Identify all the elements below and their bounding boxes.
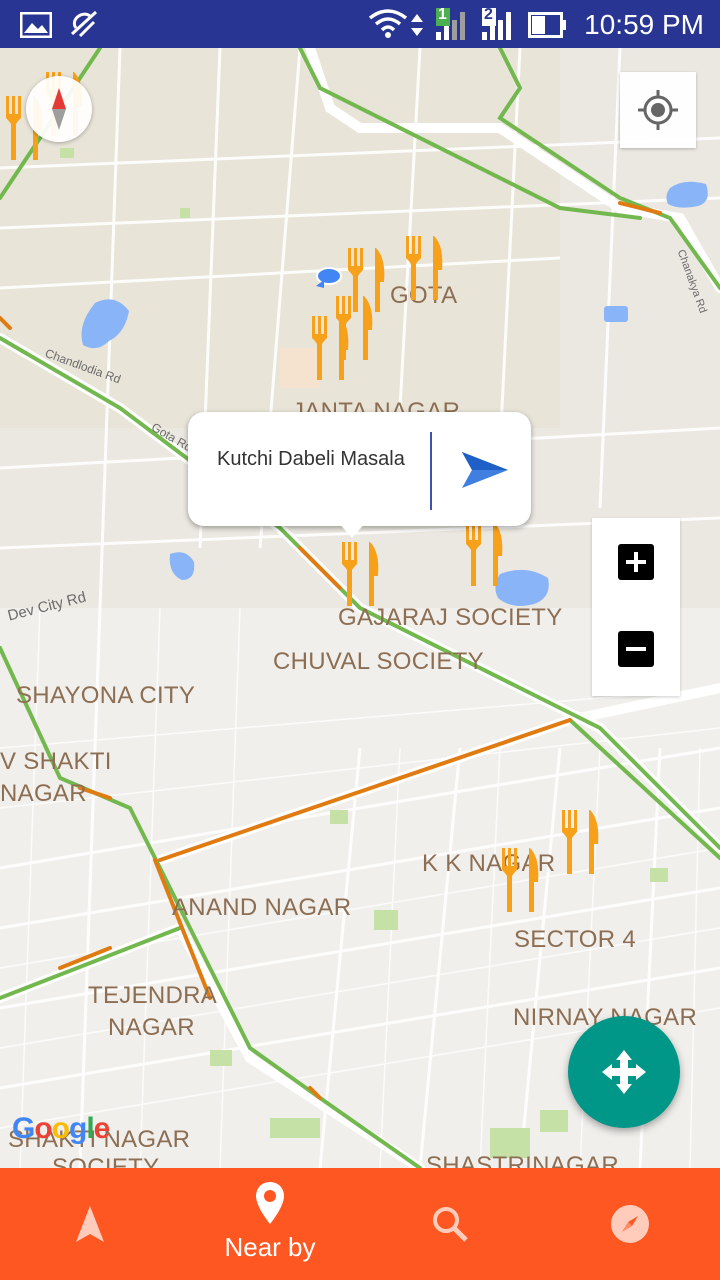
search-icon [433,1207,468,1242]
wifi-icon [368,9,408,38]
sim2-label: 2 [484,6,493,23]
place-label: NAGAR [0,780,87,807]
info-window-title: Kutchi Dabeli Masala [217,448,405,470]
info-window-divider [430,432,432,510]
restaurant-pin[interactable] [336,540,382,610]
directions-send-icon[interactable] [458,448,510,492]
plus-icon [626,552,646,572]
zoom-out-button[interactable] [618,631,654,667]
zoom-in-button[interactable] [618,544,654,580]
move-fab-button[interactable] [568,1016,680,1128]
place-label: SHASTRINAGAR [426,1152,619,1168]
zoom-control [592,518,680,696]
data-arrows-icon [411,14,423,36]
status-bar: 1 2 10:59 PM [0,0,720,48]
place-label: V SHAKTI [0,748,112,775]
map-view[interactable]: GOTA JANTA NAGAR GAJARAJ SOCIETY CHUVAL … [0,48,720,1168]
marker-info-window[interactable]: Kutchi Dabeli Masala [188,412,531,538]
nav-label: Near by [224,1232,316,1262]
battery-icon [528,12,566,38]
move-arrows-icon [602,1050,646,1094]
restaurant-pin[interactable] [400,234,446,304]
info-window-tail [338,522,366,538]
location-off-icon [70,10,98,38]
crosshair-icon [638,90,678,130]
my-location-button[interactable] [620,72,696,148]
sim1-label: 1 [438,6,447,23]
nav-near-by[interactable]: Near by [180,1168,360,1280]
gallery-icon [20,12,52,38]
nav-search[interactable] [360,1168,540,1280]
compass-needle-icon [52,88,66,130]
user-location-marker [316,267,342,288]
restaurant-pin[interactable] [556,808,602,878]
nav-navigate[interactable] [0,1168,180,1280]
map-compass-button[interactable] [26,76,92,142]
compass-icon [611,1205,649,1243]
navigation-arrow-icon [76,1206,104,1242]
restaurant-pin[interactable] [496,846,542,916]
place-label: ANAND NAGAR [172,894,352,921]
place-label: TEJENDRA [88,982,218,1009]
place-label: SHAYONA CITY [16,682,196,709]
bottom-navigation: Near by [0,1168,720,1280]
status-time: 10:59 PM [584,9,704,40]
minus-icon [626,647,646,651]
place-label: SECTOR 4 [514,926,636,953]
place-label: CHUVAL SOCIETY [273,648,484,675]
nav-compass[interactable] [540,1168,720,1280]
place-label: SOCIETY [52,1154,160,1168]
restaurant-pin[interactable] [306,314,352,384]
place-label: NAGAR [108,1014,195,1041]
google-logo: Google [12,1112,110,1145]
restaurant-pin[interactable] [460,520,506,590]
location-pin-icon [256,1182,284,1224]
